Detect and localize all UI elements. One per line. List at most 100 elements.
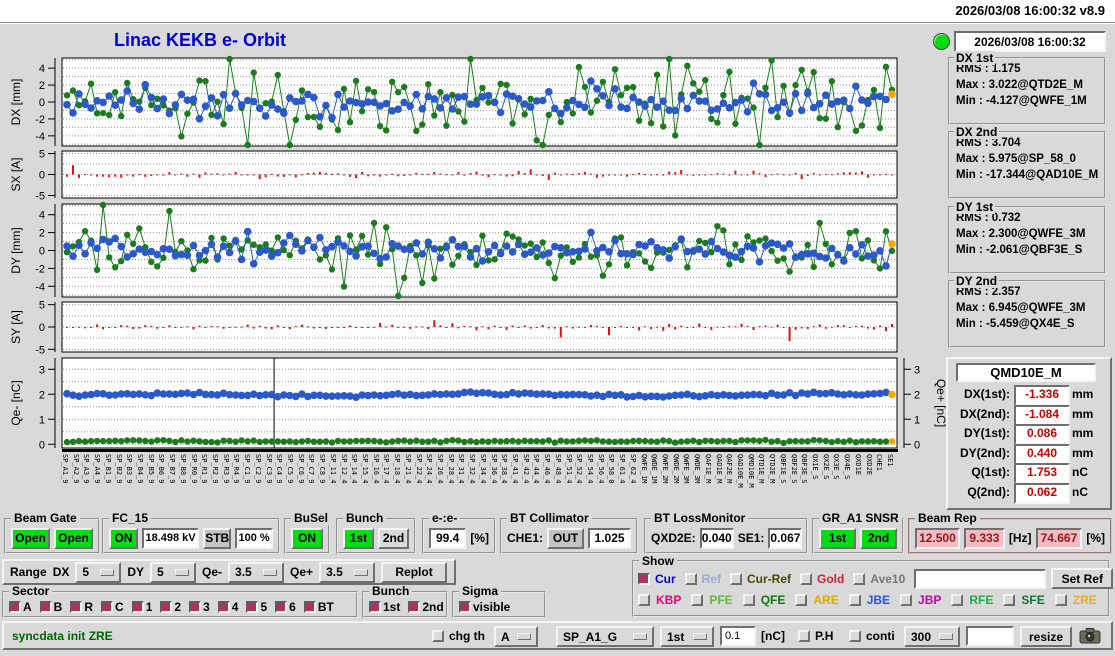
show-checkbox-rfe[interactable] <box>951 594 964 606</box>
show-label: ARE <box>813 593 839 607</box>
bpm-x-label: QAF1E_M <box>703 454 712 484</box>
svg-text:4: 4 <box>39 63 45 75</box>
sector-checkbox-3[interactable] <box>189 600 202 613</box>
show-checkbox-cur-ref[interactable] <box>730 572 743 585</box>
bpm-x-label: QX4E_S <box>843 454 852 480</box>
beam-gate-group: Beam Gate Open Open <box>4 512 100 554</box>
show-checkbox-kbp[interactable] <box>638 594 650 606</box>
bpm-x-label: SP_C6_9 <box>296 454 305 484</box>
show-checkbox-pfe[interactable] <box>691 594 704 606</box>
chart-dx[interactable]: 4 2 0 -2 -4 DX [mm] <box>0 50 945 154</box>
stat-value: -2.061@QBF3E_S <box>986 244 1083 256</box>
se1-label: SE1: <box>737 531 765 545</box>
sector-checkbox-r[interactable] <box>70 600 83 613</box>
stat-value: -17.344@QAD10E_M <box>986 169 1099 181</box>
bpm-x-label: QWDE_1M <box>650 454 659 484</box>
ph-checkbox[interactable] <box>798 630 810 642</box>
sector-checkbox-6[interactable] <box>275 600 288 613</box>
bpm-x-label: SP_16_4 <box>371 454 380 484</box>
bpm-row-unit: nC <box>1072 465 1088 479</box>
set-ref-button[interactable]: Set Ref <box>1051 568 1114 589</box>
beam-gate-open2-button[interactable]: Open <box>54 527 93 549</box>
sector-checkbox-bt[interactable] <box>303 600 316 613</box>
camera-icon[interactable] <box>1078 627 1102 645</box>
show-label: SFE <box>1021 593 1045 607</box>
threshold-input[interactable] <box>720 626 756 646</box>
option-menu-indicator <box>693 633 707 640</box>
range-dy-label: DY <box>127 565 145 579</box>
range-dx-select[interactable]: 5 <box>75 561 122 583</box>
range-qep-select[interactable]: 3.5 <box>319 561 376 583</box>
ee-ratio-value: 99.4 <box>429 527 467 549</box>
chart-q[interactable]: 0123Qe- [nC]0123Qe+ [nC] <box>0 350 948 456</box>
range-label: Range <box>10 565 47 579</box>
sector-checkbox-2[interactable] <box>160 600 173 613</box>
show-checkbox-cur[interactable] <box>638 572 650 585</box>
bunch-select-checkbox-1st[interactable] <box>369 600 381 613</box>
bunch-1st-button[interactable]: 1st <box>343 527 374 549</box>
show-checkbox-gold[interactable] <box>800 572 813 585</box>
che1-out-button[interactable]: OUT <box>547 527 585 549</box>
fc15-on-button[interactable]: ON <box>109 527 138 549</box>
chg-th-checkbox[interactable] <box>432 630 444 642</box>
stat-line: Max : 3.022@QTD2E_M <box>950 79 1104 91</box>
bpm-x-label: SP_52_4 <box>575 454 584 484</box>
gr-a1-2nd-button[interactable]: 2nd <box>860 527 897 549</box>
sigma-checkbox-visible[interactable] <box>459 600 471 613</box>
sector-checkbox-a[interactable] <box>9 600 21 613</box>
bpm-row-value: -1.336 <box>1014 385 1070 406</box>
mode-select[interactable]: A <box>494 626 538 647</box>
show-checkbox-ref[interactable] <box>684 572 697 585</box>
bt-collimator-title: BT Collimator <box>507 512 592 525</box>
extra-input[interactable] <box>966 626 1014 646</box>
ref-name-input[interactable] <box>914 568 1047 589</box>
sector-checkbox-5[interactable] <box>246 600 259 613</box>
chg-th-label: chg th <box>449 629 485 643</box>
sector-checkbox-b[interactable] <box>39 600 52 613</box>
range-qem-select[interactable]: 3.5 <box>228 561 285 583</box>
svg-text:3: 3 <box>39 364 45 376</box>
bunch-2nd-button[interactable]: 2nd <box>378 527 409 549</box>
bpm-x-label: SP_A2_9 <box>71 454 80 484</box>
bpm-x-label: SP_28_4 <box>446 454 455 484</box>
replot-button[interactable]: Replot <box>381 561 448 583</box>
stat-group-title: DY 1st <box>954 200 996 214</box>
option-menu-indicator <box>175 568 190 576</box>
beam-gate-open1-button[interactable]: Open <box>11 527 50 549</box>
show-checkbox-jbp[interactable] <box>900 594 913 606</box>
bpm-x-label: QTD2E_M <box>768 454 777 484</box>
stat-label: Max : <box>956 79 989 91</box>
navg-select[interactable]: 300 <box>904 626 960 647</box>
show-label: RFE <box>969 593 994 607</box>
bpm-x-label: SP_26_4 <box>436 454 444 484</box>
show-checkbox-jbe[interactable] <box>848 594 861 606</box>
bt-lossmonitor-title: BT LossMonitor <box>651 512 749 525</box>
show-checkbox-sfe[interactable] <box>1003 594 1016 606</box>
fc15-stb-button[interactable]: STB <box>203 527 232 549</box>
sector-checkbox-1[interactable] <box>131 600 144 613</box>
sp-select[interactable]: SP_A1_G <box>556 626 654 647</box>
bpm-x-label: SP_17_4 <box>382 454 391 484</box>
resize-button[interactable]: resize <box>1020 626 1072 647</box>
bpm-x-label: QAD10E_M <box>736 454 744 488</box>
sector-checkbox-4[interactable] <box>217 600 230 613</box>
bunch-select-checkbox-2nd[interactable] <box>408 600 421 613</box>
show-checkbox-ave10[interactable] <box>853 572 866 585</box>
show-checkbox-are[interactable] <box>795 594 808 606</box>
chart-dy[interactable]: 4 2 0 -2 -4 DY [mm] <box>0 196 945 305</box>
stat-value: 6.945@QWFE_3M <box>988 302 1086 314</box>
bpm-x-label: SP_C7_9 <box>307 454 316 484</box>
sector-checkbox-c[interactable] <box>101 600 114 613</box>
bunch-select-group: Bunch 1st 2nd <box>362 585 448 618</box>
show-checkbox-qfe[interactable] <box>742 594 755 606</box>
bpm-name-axis: SP_A1_9 SP_A2_9 SP_A3_9 SP_A4_9 SP_B1_9 SP_B2… <box>0 452 945 512</box>
bpm-x-label: QX2E_S <box>821 454 830 480</box>
range-dy-select[interactable]: 5 <box>150 561 197 583</box>
gr-a1-1st-button[interactable]: 1st <box>819 527 856 549</box>
busel-on-button[interactable]: ON <box>291 527 323 549</box>
show-checkbox-zre[interactable] <box>1054 594 1067 606</box>
conti-checkbox[interactable] <box>849 630 861 642</box>
bunch-status-select[interactable]: 1st <box>660 626 714 647</box>
bpm-row-label: Q(2nd): <box>967 484 1010 499</box>
show-label: PFE <box>709 593 733 607</box>
